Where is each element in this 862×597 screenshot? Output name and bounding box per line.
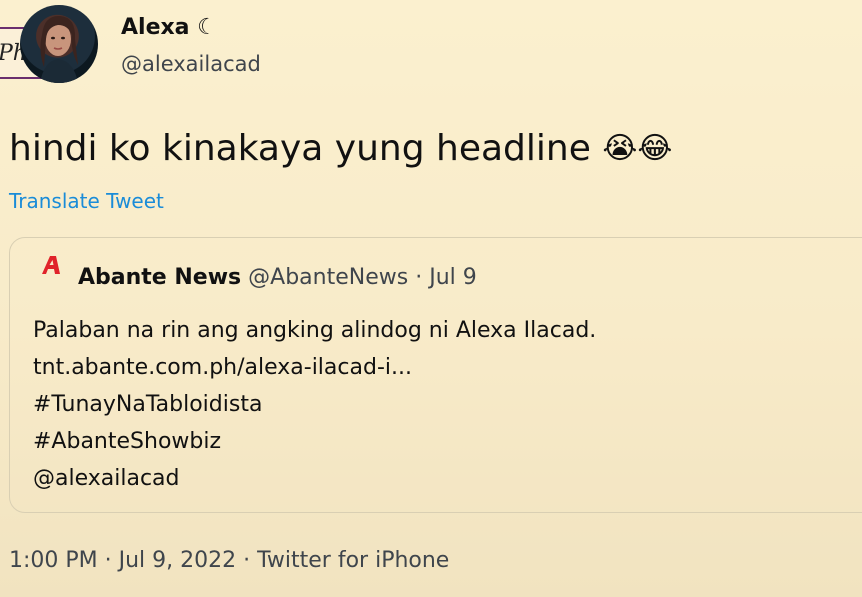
- profile-photo-icon: [40, 15, 78, 83]
- tweet-timestamp[interactable]: 1:00 PM · Jul 9, 2022 · Twitter for iPho…: [9, 548, 449, 573]
- tweet-text: hindi ko kinakaya yung headline 😭😂: [9, 128, 672, 169]
- quote-author-handle[interactable]: @AbanteNews: [248, 265, 408, 290]
- author-handle[interactable]: @alexailacad: [121, 52, 261, 76]
- translate-tweet-link[interactable]: Translate Tweet: [9, 189, 164, 213]
- avatar[interactable]: [20, 5, 98, 83]
- quote-header: Abante News @AbanteNews · Jul 9: [78, 265, 477, 290]
- quote-line-text: Palaban na rin ang angking alindog ni Al…: [33, 318, 597, 343]
- quote-line-hashtag: #AbanteShowbiz: [33, 429, 222, 454]
- quote-line-hashtag: #TunayNaTabloidista: [33, 392, 263, 417]
- tweet-text-content: hindi ko kinakaya yung headline: [9, 128, 591, 169]
- quote-tweet-card[interactable]: Abante News @AbanteNews · Jul 9 Palaban …: [9, 237, 862, 513]
- quote-author-name[interactable]: Abante News: [78, 265, 241, 290]
- quote-line-link: tnt.abante.com.ph/alexa-ilacad-i...: [33, 355, 412, 380]
- tears-of-joy-face-icon: 😂: [637, 131, 673, 166]
- quote-body: Palaban na rin ang angking alindog ni Al…: [33, 312, 596, 497]
- quote-line-mention: @alexailacad: [33, 466, 180, 491]
- abante-logo-icon: [42, 256, 60, 274]
- loudly-crying-face-icon: 😭: [602, 131, 638, 166]
- quote-separator: ·: [415, 265, 423, 290]
- author-name[interactable]: Alexa ☾: [121, 15, 217, 40]
- quote-date[interactable]: Jul 9: [429, 265, 477, 290]
